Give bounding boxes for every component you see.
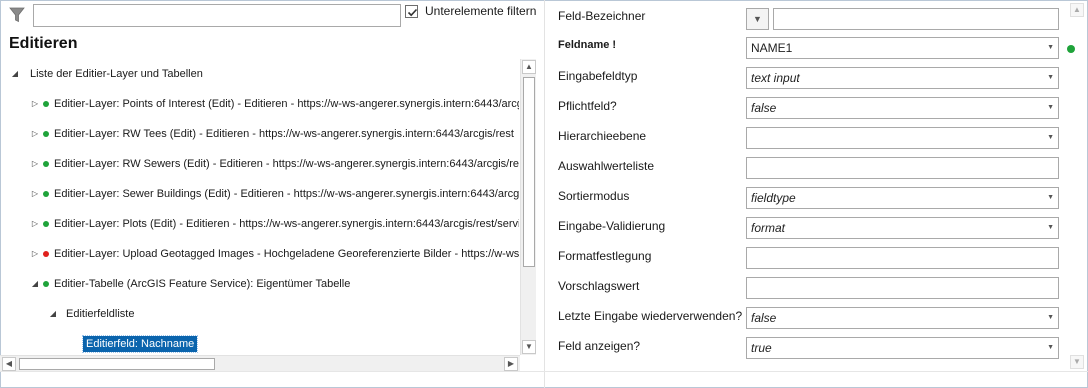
status-dot [43, 161, 49, 167]
expand-arrow-icon[interactable]: ▷ [30, 183, 40, 205]
eingabefeldtyp-value: text input [751, 71, 800, 85]
letzte-eingabe-value: false [751, 311, 777, 325]
collapse-arrow-icon[interactable]: ◢ [30, 273, 40, 295]
prop-label-eingabefeldtyp: Eingabefeldtyp [558, 69, 638, 83]
prop-label-feld-bezeichner: Feld-Bezeichner [558, 9, 646, 23]
scroll-thumb[interactable] [523, 77, 535, 267]
feld-bezeichner-input[interactable] [773, 8, 1059, 30]
edit-layer-tree: ◢ Liste der Editier-Layer und Tabellen ▷ Ed… [0, 58, 519, 354]
pflichtfeld-value: false [751, 101, 777, 115]
prop-label-vorschlagswert: Vorschlagswert [558, 279, 640, 293]
tree-row[interactable]: ▷ Editier-Layer: RW Tees (Edit) - Editier… [0, 123, 519, 145]
left-pane: Unterelemente filtern Editieren ◢ Liste d… [0, 0, 544, 388]
status-dot [43, 131, 49, 137]
auswahlwerteliste-input[interactable] [746, 157, 1059, 179]
letzte-eingabe-select[interactable]: false ▼ [746, 307, 1059, 329]
sub-filter-checkbox[interactable] [405, 5, 418, 18]
hierarchieebene-select[interactable]: ▼ [746, 127, 1059, 149]
tree-row[interactable]: ▷ Editier-Layer: Upload Geotagged Images … [0, 243, 519, 265]
feld-bezeichner-dropdown-button[interactable]: ▼ [746, 8, 769, 30]
chevron-down-icon[interactable]: ▼ [1047, 128, 1054, 148]
collapse-arrow-icon[interactable]: ◢ [10, 63, 20, 85]
status-dot [43, 281, 49, 287]
tree-item-label[interactable]: Editier-Tabelle (ArcGIS Feature Service)… [54, 273, 350, 295]
tree-item-label[interactable]: Editier-Layer: RW Sewers (Edit) - Editie… [54, 153, 519, 175]
expand-arrow-icon[interactable]: ▷ [30, 93, 40, 115]
tree-item-label[interactable]: Editier-Layer: Upload Geotagged Images -… [54, 243, 519, 265]
filter-icon[interactable] [8, 6, 26, 24]
prop-label-feld-anzeigen: Feld anzeigen? [558, 339, 641, 353]
tree-row[interactable]: ▷ Editier-Layer: RW Sewers (Edit) - Editi… [0, 153, 519, 175]
tree-horizontal-scrollbar[interactable]: ◀ ▶ [0, 355, 520, 371]
collapse-arrow-icon[interactable]: ◢ [48, 303, 58, 325]
chevron-down-icon[interactable]: ▼ [1047, 98, 1054, 118]
prop-label-pflichtfeld: Pflichtfeld? [558, 99, 617, 113]
scroll-down-arrow-icon[interactable]: ▼ [522, 340, 536, 354]
tree-row[interactable]: Editierfeld: Nachname [0, 333, 519, 354]
tree-item-label[interactable]: Editier-Layer: RW Tees (Edit) - Editiere… [54, 123, 514, 145]
scroll-right-arrow-icon[interactable]: ▶ [504, 357, 518, 371]
tree-row[interactable]: ▷ Editier-Layer: Sewer Buildings (Edit) -… [0, 183, 519, 205]
status-dot [43, 191, 49, 197]
prop-label-auswahlwerteliste: Auswahlwerteliste [558, 159, 655, 173]
tree-item-label[interactable]: Editier-Layer: Points of Interest (Edit)… [54, 93, 519, 115]
expand-arrow-icon[interactable]: ▷ [30, 213, 40, 235]
status-dot [43, 221, 49, 227]
feldname-select[interactable]: NAME1 ▼ [746, 37, 1059, 59]
sub-filter-label[interactable]: Unterelemente filtern [425, 4, 536, 18]
property-vertical-scrollbar[interactable]: ▲ ▼ [1069, 3, 1085, 373]
panel-title: Editieren [9, 35, 78, 52]
eingabefeldtyp-select[interactable]: text input ▼ [746, 67, 1059, 89]
tree-row[interactable]: ◢ Liste der Editier-Layer und Tabellen [0, 63, 519, 85]
chevron-down-icon[interactable]: ▼ [1047, 338, 1054, 358]
tree-item-label[interactable]: Editier-Layer: Plots (Edit) - Editieren … [54, 213, 519, 235]
prop-label-eingabe-validierung: Eingabe-Validierung [558, 219, 666, 233]
scroll-left-arrow-icon[interactable]: ◀ [2, 357, 16, 371]
status-dot [43, 251, 49, 257]
tree-vertical-scrollbar[interactable]: ▲ ▼ [520, 59, 536, 355]
chevron-down-icon[interactable]: ▼ [1047, 308, 1054, 328]
eingabe-validierung-value: format [751, 221, 786, 235]
feldname-value: NAME1 [751, 41, 793, 55]
sortiermodus-value: fieldtype [751, 191, 796, 205]
tree-row[interactable]: ▷ Editier-Layer: Plots (Edit) - Editieren… [0, 213, 519, 235]
chevron-down-icon[interactable]: ▼ [1047, 218, 1054, 238]
scroll-up-arrow-icon[interactable]: ▲ [1070, 3, 1084, 17]
tree-row[interactable]: ◢ Editier-Tabelle (ArcGIS Feature Service… [0, 273, 519, 295]
pflichtfeld-select[interactable]: false ▼ [746, 97, 1059, 119]
feld-anzeigen-value: true [751, 341, 772, 355]
expand-arrow-icon[interactable]: ▷ [30, 123, 40, 145]
expand-arrow-icon[interactable]: ▷ [30, 153, 40, 175]
tree-row[interactable]: ◢ Editierfeldliste [0, 303, 519, 325]
prop-label-formatfestlegung: Formatfestlegung [558, 249, 652, 263]
scroll-up-arrow-icon[interactable]: ▲ [522, 60, 536, 74]
prop-label-feldname: Feldname ! [558, 39, 617, 51]
prop-label-sortiermodus: Sortiermodus [558, 189, 630, 203]
tree-item-label[interactable]: Editierfeldliste [66, 303, 134, 325]
feld-anzeigen-select[interactable]: true ▼ [746, 337, 1059, 359]
tree-row[interactable]: ▷ Editier-Layer: Points of Interest (Edit… [0, 93, 519, 115]
tree-item-label[interactable]: Liste der Editier-Layer und Tabellen [30, 63, 203, 85]
tree-item-label[interactable]: Editier-Layer: Sewer Buildings (Edit) - … [54, 183, 519, 205]
sortiermodus-select[interactable]: fieldtype ▼ [746, 187, 1059, 209]
vorschlagswert-input[interactable] [746, 277, 1059, 299]
filter-input[interactable] [33, 4, 401, 27]
prop-label-letzte-eingabe: Letzte Eingabe wiederverwenden? [558, 309, 743, 323]
status-dot [43, 101, 49, 107]
scroll-thumb[interactable] [19, 358, 215, 370]
status-divider [0, 371, 1088, 372]
tree-item-label[interactable]: Editierfeld: Nachname [81, 335, 199, 353]
expand-arrow-icon[interactable]: ▷ [30, 243, 40, 265]
property-pane: Feld-Bezeichner ▼ Feldname ! NAME1 ▼ Ein… [545, 0, 1088, 388]
formatfestlegung-input[interactable] [746, 247, 1059, 269]
chevron-down-icon[interactable]: ▼ [1047, 68, 1054, 88]
prop-label-hierarchieebene: Hierarchieebene [558, 129, 647, 143]
chevron-down-icon[interactable]: ▼ [1047, 188, 1054, 208]
eingabe-validierung-select[interactable]: format ▼ [746, 217, 1059, 239]
scroll-down-arrow-icon[interactable]: ▼ [1070, 355, 1084, 369]
chevron-down-icon[interactable]: ▼ [1047, 38, 1054, 58]
